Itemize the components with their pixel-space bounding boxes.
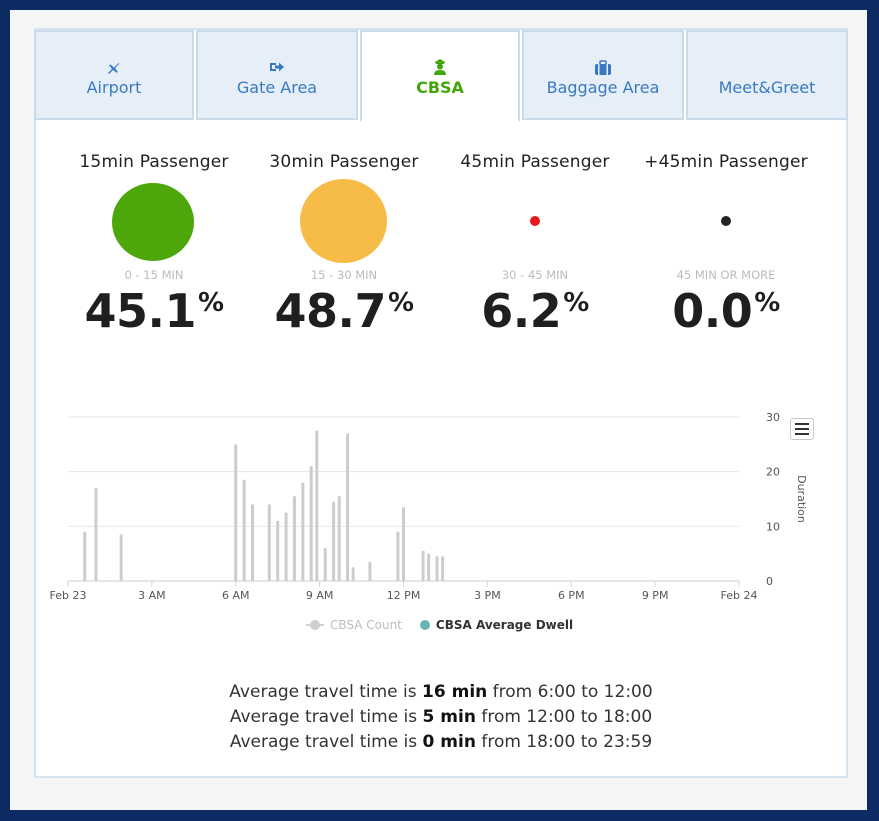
metric-percent: 48.7% xyxy=(274,284,414,338)
metric-range: 45 MIN OR MORE xyxy=(676,268,776,282)
tab-cbsa[interactable]: CBSA xyxy=(360,30,520,122)
summary-line: Average travel time is 5 min from 12:00 … xyxy=(229,707,653,727)
y-tick-label: 10 xyxy=(766,520,780,533)
x-tick-label: 3 AM xyxy=(138,589,166,602)
metric-percent: 0.0% xyxy=(672,284,780,338)
travel-time-summary: Average travel time is 16 min from 6:00 … xyxy=(36,680,846,755)
chart-bar xyxy=(427,553,431,581)
chart-bar xyxy=(309,466,313,581)
tab-gate-area[interactable]: Gate Area xyxy=(196,30,358,120)
tab-label: Airport xyxy=(86,78,142,97)
chart-bar xyxy=(301,482,305,581)
chart-bar xyxy=(332,501,336,581)
chart-bar xyxy=(315,430,319,581)
chart-bar xyxy=(119,534,123,581)
summary-line: Average travel time is 0 min from 18:00 … xyxy=(229,732,653,752)
dashboard-card: Airport Gate Area CBSA Baggage Area Meet… xyxy=(34,28,848,778)
duration-chart: 0 10 20 30 Duration Feb 23 3 AM 6 AM 9 AM 12 PM 3 … xyxy=(36,400,846,650)
chart-bar xyxy=(292,496,296,581)
bubble-15min xyxy=(112,183,194,261)
chart-bar xyxy=(94,488,98,581)
page-background: Airport Gate Area CBSA Baggage Area Meet… xyxy=(10,10,867,810)
metric-30min: 30min Passenger 15 - 30 MIN 48.7% xyxy=(244,152,444,338)
tab-label: CBSA xyxy=(416,78,464,97)
y-tick-label: 0 xyxy=(766,575,773,588)
officer-icon xyxy=(362,58,518,76)
plane-icon xyxy=(36,60,192,78)
metric-range: 0 - 15 MIN xyxy=(124,268,184,282)
metric-range: 30 - 45 MIN xyxy=(501,268,569,282)
x-tick-label: 6 AM xyxy=(222,589,250,602)
chart-bar xyxy=(276,520,280,581)
metric-45min: 45min Passenger 30 - 45 MIN 6.2% xyxy=(435,152,635,338)
tab-baggage-area[interactable]: Baggage Area xyxy=(522,30,684,120)
legend-symbol xyxy=(306,620,324,630)
x-tick-label: Feb 23 xyxy=(50,589,87,602)
sign-out-icon xyxy=(198,60,356,78)
metric-percent: 45.1% xyxy=(84,284,224,338)
suitcase-icon xyxy=(524,60,682,78)
summary-line: Average travel time is 16 min from 6:00 … xyxy=(229,682,653,702)
tab-label: Gate Area xyxy=(236,78,318,97)
metric-15min: 15min Passenger 0 - 15 MIN 45.1% xyxy=(54,152,254,338)
chart-bar xyxy=(441,556,445,581)
chart-bar xyxy=(267,504,271,581)
bubble-45min xyxy=(530,216,540,226)
y-tick-label: 30 xyxy=(766,411,780,424)
metric-title: +45min Passenger xyxy=(644,152,808,172)
hamburger-menu-icon[interactable] xyxy=(790,418,814,440)
chart-bar xyxy=(421,550,425,581)
x-tick-label: 9 AM xyxy=(306,589,334,602)
chart-bar xyxy=(351,567,355,581)
chart-legend: CBSA Count CBSA Average Dwell xyxy=(306,618,573,632)
x-tick-label: 6 PM xyxy=(558,589,585,602)
metric-title: 15min Passenger xyxy=(79,152,229,172)
tab-meet-greet[interactable]: Meet&Greet xyxy=(686,30,848,120)
legend-item-cbsa-count[interactable]: CBSA Count xyxy=(306,618,402,632)
chart-bar xyxy=(234,444,238,581)
x-tick-label: 12 PM xyxy=(387,589,421,602)
tab-airport[interactable]: Airport xyxy=(34,30,194,120)
bubble-45plus xyxy=(721,216,731,226)
chart-bar xyxy=(242,479,246,581)
chart-bar xyxy=(346,433,350,581)
tab-label: Meet&Greet xyxy=(718,78,816,97)
metric-45plus: +45min Passenger 45 MIN OR MORE 0.0% xyxy=(626,152,826,338)
metric-title: 30min Passenger xyxy=(269,152,419,172)
chart-bar xyxy=(402,507,405,581)
chart-bar xyxy=(368,561,372,581)
tab-label: Baggage Area xyxy=(546,78,660,97)
x-tick-label: 9 PM xyxy=(642,589,669,602)
y-axis-title: Duration xyxy=(795,475,808,523)
chart-bar xyxy=(396,531,400,581)
chart-bar xyxy=(83,531,87,581)
chart-bar xyxy=(337,496,341,581)
chart-bar xyxy=(284,512,288,581)
tab-bar: Airport Gate Area CBSA Baggage Area Meet… xyxy=(34,30,848,122)
chart-bar xyxy=(323,548,327,581)
metric-percent: 6.2% xyxy=(481,284,589,338)
chart-plot: 0 10 20 30 Duration Feb 23 3 AM 6 AM 9 AM 12 PM 3 … xyxy=(50,411,808,602)
legend-item-cbsa-dwell[interactable]: CBSA Average Dwell xyxy=(419,618,573,632)
x-tick-label: 3 PM xyxy=(474,589,501,602)
x-tick-label: Feb 24 xyxy=(721,589,758,602)
metric-title: 45min Passenger xyxy=(460,152,610,172)
metric-range: 15 - 30 MIN xyxy=(310,268,378,282)
legend-symbol xyxy=(419,620,430,630)
bubble-30min xyxy=(300,179,387,263)
y-tick-label: 20 xyxy=(766,466,780,479)
chart-bar xyxy=(435,556,439,581)
chart-bar xyxy=(251,504,255,581)
